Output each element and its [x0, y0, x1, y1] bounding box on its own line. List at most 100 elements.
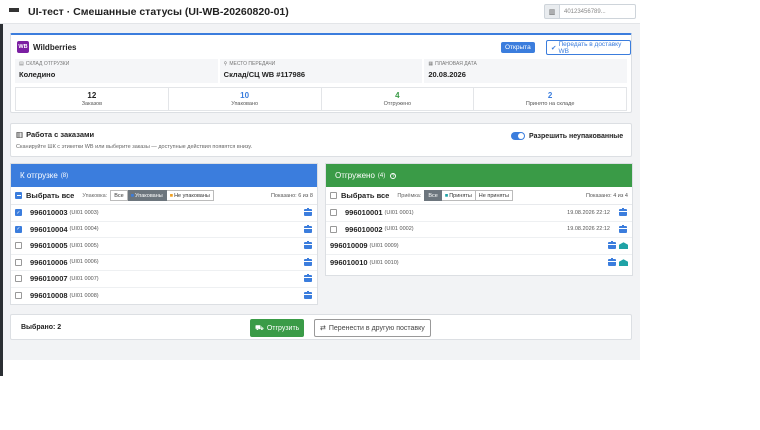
box-icon	[304, 257, 312, 266]
barcode-icon[interactable]: ▥	[544, 4, 560, 19]
list-item[interactable]: 996010006 (UI01 0006)	[11, 255, 317, 271]
filter-packed[interactable]: ■ Упакованы	[127, 190, 167, 201]
stat-value: 12	[87, 91, 97, 100]
warehouse-cell: ▤ СКЛАД ОТГРУЗКИ Коледино	[15, 59, 218, 83]
to-ship-list: ✓ 996010003 (UI01 0003) ✓ 996010004 (UI0…	[11, 205, 317, 304]
filter-accepted[interactable]: ■ Приняты	[441, 190, 476, 201]
warehouse-accepted-icon	[619, 242, 628, 250]
list-item[interactable]: ✓ 996010003 (UI01 0003)	[11, 205, 317, 222]
row-checkbox[interactable]	[15, 258, 22, 266]
box-icon	[619, 224, 627, 233]
acceptance-filter: Все ■ Приняты Не приняты	[424, 190, 513, 201]
ship-button[interactable]: ⛟ Отгрузить	[250, 319, 305, 337]
select-all-label[interactable]: Выбрать все	[341, 191, 389, 200]
filter-not-accepted[interactable]: Не приняты	[475, 190, 513, 201]
row-checkbox[interactable]	[15, 242, 22, 250]
to-ship-filter-row: Выбрать все Упаковка: Все ■ Упакованы ■ Не…	[11, 187, 317, 205]
select-all-checkbox[interactable]	[330, 192, 337, 199]
row-checkbox[interactable]: ✓	[15, 225, 22, 233]
list-item[interactable]: 996010001 (UI01 0001) 19.08.2026 22:12	[326, 205, 632, 222]
stat-orders: 12 Заказов	[16, 88, 169, 110]
list-item[interactable]: 996010002 (UI01 0002) 19.08.2026 22:12	[326, 222, 632, 238]
filter-all[interactable]: Все	[424, 190, 442, 201]
filter-not-packed[interactable]: ■ Не упакованы	[166, 190, 214, 201]
order-sub: (UI01 0008)	[69, 292, 99, 299]
stat-label: Упаковано	[231, 101, 259, 107]
shipped-list: 996010001 (UI01 0001) 19.08.2026 22:12 9…	[326, 205, 632, 271]
box-icon	[608, 258, 616, 267]
row-checkbox[interactable]	[330, 209, 337, 217]
work-title: Работа с заказами	[26, 130, 95, 139]
wb-logo: WB	[17, 41, 29, 53]
order-code: 996010006	[30, 257, 68, 267]
orders-work-card: ▥ Работа с заказами Сканируйте ШК с этик…	[10, 123, 632, 157]
list-item[interactable]: 996010007 (UI01 0007)	[11, 271, 317, 288]
supply-card: WB Wildberries Открыта ✔ Передать в дост…	[10, 33, 632, 113]
work-title-wrap: ▥ Работа с заказами	[16, 130, 94, 139]
swap-icon: ⇄	[320, 325, 326, 332]
allow-unpacked-toggle[interactable]	[511, 132, 525, 140]
work-hint: Сканируйте ШК с этикетки WB или выберите…	[16, 144, 253, 150]
box-icon	[608, 241, 616, 250]
box-icon	[619, 208, 627, 217]
box-icon	[304, 291, 312, 300]
transfer-button-label: Передать в доставку WB	[558, 40, 622, 55]
action-bar: Выбрано: 2 ⛟ Отгрузить ⇄ Перенести в дру…	[10, 314, 632, 340]
stat-packed: 10 Упаковано	[169, 88, 322, 110]
list-item[interactable]: 996010008 (UI01 0008)	[11, 288, 317, 305]
stat-value: 10	[240, 91, 250, 100]
check-icon: ✔	[551, 44, 557, 52]
order-code: 996010004	[30, 224, 68, 234]
page-title: UI-тест · Смешанные статусы (UI-WB-20260…	[28, 5, 289, 18]
transfer-to-delivery-button[interactable]: ✔ Передать в доставку WB	[546, 40, 631, 55]
panel-title: Отгружено	[335, 171, 375, 180]
stat-label: Заказов	[81, 101, 103, 107]
row-checkbox[interactable]	[330, 225, 337, 233]
warehouse-icon: ▤	[19, 61, 24, 67]
select-all-checkbox[interactable]	[15, 192, 22, 199]
order-sub: (UI01 0005)	[69, 242, 99, 249]
list-item[interactable]: 996010009 (UI01 0009)	[326, 238, 632, 255]
shipped-panel: Отгружено (4) ? Выбрать все Приёмка: Все…	[325, 163, 633, 276]
order-code: 996010008	[30, 291, 68, 301]
list-item[interactable]: 996010005 (UI01 0005)	[11, 238, 317, 255]
stats-row: 12 Заказов 10 Упаковано 4 Отгружено 2 Пр…	[15, 87, 627, 111]
scan-input[interactable]: 40123456789...	[560, 4, 636, 19]
panel-count: (8)	[60, 172, 69, 179]
list-item[interactable]: ✓ 996010004 (UI01 0004)	[11, 222, 317, 238]
select-all-label[interactable]: Выбрать все	[26, 191, 74, 200]
box-icon: ■	[130, 192, 135, 199]
order-code: 996010005	[30, 241, 68, 251]
toggle-label: Разрешить неупакованные	[529, 132, 624, 140]
stat-label: Принято на складе	[525, 101, 575, 107]
row-checkbox[interactable]: ✓	[15, 209, 22, 217]
filter-accepted-label: Приняты	[449, 192, 472, 199]
stat-shipped: 4 Отгружено	[322, 88, 475, 110]
move-to-other-supply-button[interactable]: ⇄ Перенести в другую поставку	[314, 319, 431, 337]
to-ship-panel: К отгрузке (8) Выбрать все Упаковка: Все…	[10, 163, 318, 305]
order-sub: (UI01 0001)	[384, 209, 414, 216]
place-label: МЕСТО ПЕРЕДАЧИ	[229, 61, 276, 67]
stat-value: 2	[547, 91, 553, 100]
list-item[interactable]: 996010010 (UI01 0010)	[326, 255, 632, 272]
filter-packed-label: Упакованы	[135, 192, 163, 199]
place-value: Склад/СЦ WB #117986	[223, 70, 306, 79]
order-code: 996010001	[345, 208, 383, 218]
row-checkbox[interactable]	[15, 292, 22, 300]
info-icon[interactable]: ?	[390, 172, 397, 179]
row-checkbox[interactable]	[15, 275, 22, 283]
panel-count: (4)	[377, 172, 386, 179]
panel-title: К отгрузке	[20, 171, 58, 180]
ship-button-label: Отгрузить	[266, 324, 300, 332]
date-cell: ▦ ПЛАНОВАЯ ДАТА 20.08.2026	[424, 59, 628, 83]
menu-button[interactable]	[0, 7, 28, 16]
stat-value: 4	[395, 91, 400, 100]
box-icon	[304, 224, 312, 233]
date-value: 20.08.2026	[428, 70, 466, 79]
box-icon	[304, 274, 312, 283]
order-sub: (UI01 0009)	[369, 242, 399, 249]
filter-all[interactable]: Все	[110, 190, 128, 201]
packing-filter: Все ■ Упакованы ■ Не упакованы	[110, 190, 214, 201]
left-sidebar-edge	[0, 24, 3, 376]
allow-unpacked-toggle-wrap: Разрешить неупакованные	[511, 132, 623, 140]
